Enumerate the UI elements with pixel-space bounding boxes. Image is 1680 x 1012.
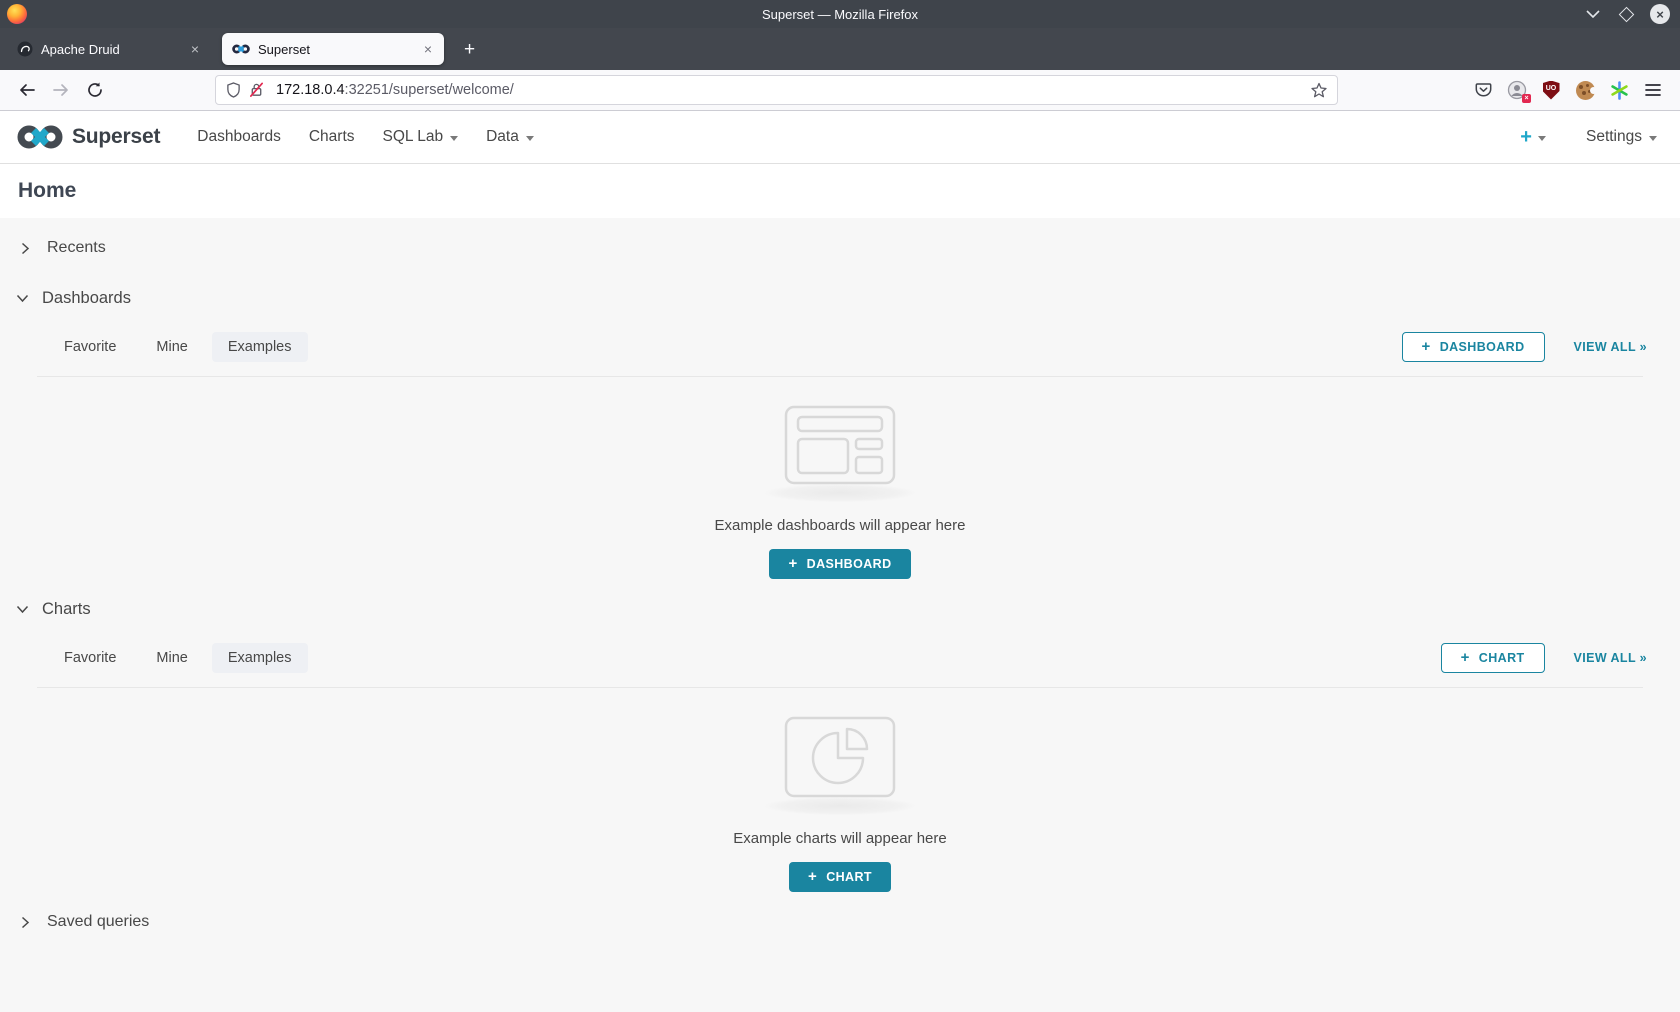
nav-sql-lab[interactable]: SQL Lab — [369, 111, 473, 163]
tab-close-icon[interactable]: × — [189, 42, 201, 56]
insecure-lock-icon[interactable] — [249, 82, 264, 98]
nav-links: Dashboards Charts SQL Lab Data — [183, 111, 548, 163]
new-item-menu[interactable]: + — [1520, 127, 1546, 147]
chevron-down-icon — [16, 294, 29, 303]
dashboards-section-label: Dashboards — [42, 289, 131, 308]
tab-examples[interactable]: Examples — [212, 332, 308, 362]
window-title: Superset — Mozilla Firefox — [0, 7, 1680, 22]
charts-section-label: Charts — [42, 600, 91, 619]
charts-subtabs: Favorite Mine Examples — [48, 643, 308, 673]
superset-favicon — [232, 43, 250, 55]
bookmark-star-icon[interactable] — [1311, 82, 1327, 98]
charts-toolbar: Favorite Mine Examples + CHART VIEW ALL … — [0, 643, 1680, 673]
new-dashboard-button[interactable]: + DASHBOARD — [1402, 332, 1545, 362]
reload-button[interactable] — [78, 75, 112, 105]
tab-label: Superset — [258, 42, 310, 57]
asterisk-extension-icon[interactable] — [1602, 75, 1636, 105]
chevron-right-icon — [21, 916, 30, 929]
account-extension-icon[interactable]: × — [1500, 75, 1534, 105]
druid-favicon — [17, 41, 33, 57]
settings-menu[interactable]: Settings — [1586, 128, 1657, 146]
tab-favorite[interactable]: Favorite — [48, 643, 132, 673]
dashboards-section-toggle[interactable]: Dashboards — [0, 284, 1680, 312]
url-path: :32251/superset/welcome/ — [345, 82, 514, 98]
nav-data[interactable]: Data — [472, 111, 548, 163]
forward-button[interactable] — [44, 75, 78, 105]
caret-down-icon — [1649, 136, 1657, 141]
navbar-right: + Settings — [1520, 127, 1663, 147]
dashboards-toolbar: Favorite Mine Examples + DASHBOARD VIEW … — [0, 332, 1680, 362]
ublock-origin-icon[interactable]: UO — [1534, 75, 1568, 105]
dashboards-subtabs: Favorite Mine Examples — [48, 332, 308, 362]
tab-superset[interactable]: Superset × — [222, 33, 444, 65]
tracking-shield-icon[interactable] — [226, 82, 241, 98]
toolbar-extensions: × UO — [1466, 75, 1670, 105]
superset-logo-icon — [17, 123, 63, 151]
icon-shadow — [765, 797, 915, 815]
tab-close-icon[interactable]: × — [422, 42, 434, 56]
plus-icon: + — [808, 869, 817, 884]
cookie-extension-icon[interactable] — [1568, 75, 1602, 105]
home-content: Recents Dashboards Favorite Mine Example… — [0, 218, 1680, 1012]
caret-down-icon — [450, 136, 458, 141]
url-host: 172.18.0.4 — [276, 82, 345, 98]
saved-queries-section-toggle[interactable]: Saved queries — [0, 908, 1680, 936]
dashboards-empty-state: Example dashboards will appear here + DA… — [0, 377, 1680, 579]
recents-section-toggle[interactable]: Recents — [0, 234, 1680, 262]
superset-brand[interactable]: Superset — [17, 123, 160, 151]
recents-label: Recents — [47, 239, 106, 257]
superset-navbar: Superset Dashboards Charts SQL Lab Data … — [0, 111, 1680, 164]
caret-down-icon — [526, 136, 534, 141]
firefox-logo-icon — [7, 4, 27, 24]
url-bar[interactable]: 172.18.0.4:32251/superset/welcome/ — [215, 75, 1338, 105]
charts-view-all-link[interactable]: VIEW ALL » — [1574, 651, 1647, 665]
firefox-window: Superset — Mozilla Firefox × Apache Drui… — [0, 0, 1680, 1012]
plus-icon: + — [788, 556, 797, 571]
window-controls: × — [1584, 0, 1670, 28]
maximize-button[interactable] — [1617, 5, 1635, 23]
charts-section-toggle[interactable]: Charts — [0, 595, 1680, 623]
new-tab-button[interactable]: + — [458, 38, 481, 61]
dashboard-placeholder-icon — [784, 405, 896, 485]
close-icon: × — [1656, 8, 1664, 21]
tab-examples[interactable]: Examples — [212, 643, 308, 673]
icon-shadow — [765, 484, 915, 502]
back-button[interactable] — [10, 75, 44, 105]
charts-empty-state: Example charts will appear here + CHART — [0, 688, 1680, 892]
titlebar: Superset — Mozilla Firefox × — [0, 0, 1680, 28]
url-text: 172.18.0.4:32251/superset/welcome/ — [276, 82, 514, 98]
tab-bar: Apache Druid × Superset × + — [0, 28, 1680, 70]
plus-icon: + — [1520, 127, 1532, 147]
dashboards-actions: + DASHBOARD VIEW ALL » — [1402, 332, 1647, 362]
saved-queries-label: Saved queries — [47, 913, 149, 931]
empty-new-dashboard-button[interactable]: + DASHBOARD — [769, 549, 910, 579]
charts-empty-text: Example charts will appear here — [733, 830, 946, 847]
new-chart-button[interactable]: + CHART — [1441, 643, 1545, 673]
dashboards-view-all-link[interactable]: VIEW ALL » — [1574, 340, 1647, 354]
plus-icon: + — [1461, 650, 1470, 665]
tab-apache-druid[interactable]: Apache Druid × — [7, 33, 211, 65]
minimize-button[interactable] — [1584, 5, 1602, 23]
tab-label: Apache Druid — [41, 42, 120, 57]
dashboards-empty-text: Example dashboards will appear here — [715, 517, 966, 534]
nav-charts[interactable]: Charts — [295, 111, 369, 163]
chevron-down-icon — [16, 605, 29, 614]
page-title: Home — [0, 164, 1680, 218]
caret-down-icon — [1538, 136, 1546, 141]
tab-favorite[interactable]: Favorite — [48, 332, 132, 362]
pocket-icon[interactable] — [1466, 75, 1500, 105]
plus-icon: + — [1422, 339, 1431, 354]
chart-placeholder-icon — [784, 716, 896, 798]
brand-name: Superset — [72, 125, 160, 149]
nav-dashboards[interactable]: Dashboards — [183, 111, 295, 163]
error-badge: × — [1522, 94, 1531, 103]
chevron-right-icon — [21, 242, 30, 255]
empty-new-chart-button[interactable]: + CHART — [789, 862, 891, 892]
close-button[interactable]: × — [1650, 4, 1670, 24]
browser-toolbar: 172.18.0.4:32251/superset/welcome/ × — [0, 70, 1680, 111]
menu-hamburger-icon[interactable] — [1636, 75, 1670, 105]
tab-mine[interactable]: Mine — [140, 643, 203, 673]
charts-actions: + CHART VIEW ALL » — [1441, 643, 1647, 673]
tab-mine[interactable]: Mine — [140, 332, 203, 362]
